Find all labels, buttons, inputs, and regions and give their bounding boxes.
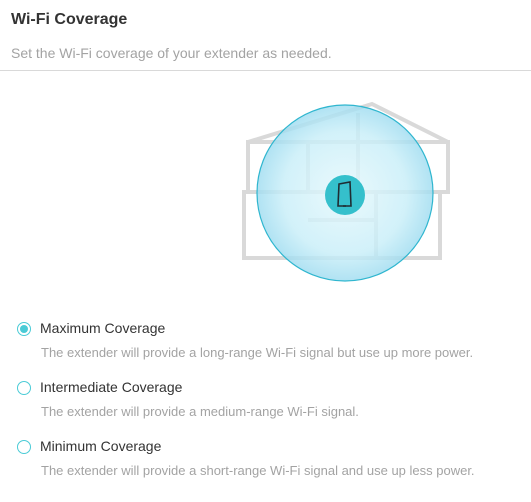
option-maximum-coverage[interactable]: Maximum Coverage The extender will provi… bbox=[0, 320, 531, 370]
option-label[interactable]: Intermediate Coverage bbox=[40, 379, 182, 395]
option-intermediate-coverage[interactable]: Intermediate Coverage The extender will … bbox=[0, 379, 531, 429]
option-description: The extender will provide a short-range … bbox=[41, 463, 475, 478]
option-minimum-coverage[interactable]: Minimum Coverage The extender will provi… bbox=[0, 438, 531, 488]
radio-minimum-coverage[interactable] bbox=[17, 440, 31, 454]
radio-intermediate-coverage[interactable] bbox=[17, 381, 31, 395]
option-label[interactable]: Maximum Coverage bbox=[40, 320, 165, 336]
option-label[interactable]: Minimum Coverage bbox=[40, 438, 161, 454]
page-title: Wi-Fi Coverage bbox=[11, 11, 128, 28]
extender-icon bbox=[325, 175, 365, 215]
header-divider bbox=[0, 70, 531, 71]
page-subtitle: Set the Wi-Fi coverage of your extender … bbox=[11, 45, 332, 61]
option-description: The extender will provide a medium-range… bbox=[41, 404, 359, 419]
option-description: The extender will provide a long-range W… bbox=[41, 345, 474, 360]
coverage-illustration bbox=[242, 101, 450, 282]
radio-maximum-coverage[interactable] bbox=[17, 322, 31, 336]
